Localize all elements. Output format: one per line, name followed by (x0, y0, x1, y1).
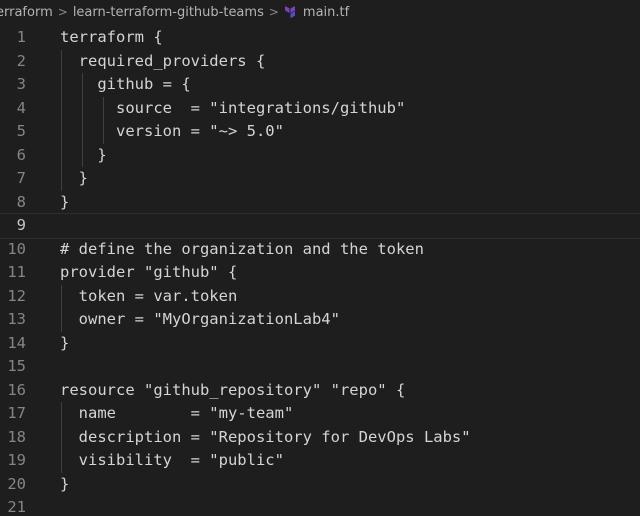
code-line[interactable]: 12 token = var.token (0, 284, 640, 309)
line-number: 5 (16, 122, 26, 140)
code-line[interactable]: 11 provider "github" { (0, 261, 640, 285)
code-line[interactable]: 21 (0, 496, 640, 516)
line-number: 14 (7, 333, 26, 352)
code-line[interactable]: 14} (0, 332, 640, 356)
line-number: 8 (16, 192, 26, 211)
breadcrumb-separator: > (268, 5, 279, 19)
line-number: 9 (16, 216, 26, 234)
code-line[interactable]: 9 (0, 213, 640, 239)
line-number: 10 (7, 239, 26, 258)
code-line[interactable]: 3 github = { (0, 73, 640, 97)
code-text[interactable]: name = "my-team" (60, 402, 294, 426)
line-number: 17 (7, 404, 26, 422)
terraform-icon (284, 5, 298, 19)
line-number: 18 (7, 427, 26, 446)
code-line[interactable]: 18 description = "Repository for DevOps … (0, 425, 640, 450)
line-number: 2 (16, 51, 26, 70)
code-line[interactable]: 16 resource "github_repository" "repo" { (0, 379, 640, 403)
code-line[interactable]: 17 name = "my-team" (0, 402, 640, 426)
code-text[interactable]: required_providers { (60, 50, 266, 74)
code-text[interactable]: owner = "MyOrganizationLab4" (60, 308, 340, 332)
breadcrumb-folder-learn-terraform-github-teams[interactable]: learn-terraform-github-teams (73, 5, 264, 20)
code-line[interactable]: 1 terraform { (0, 26, 640, 50)
code-line[interactable]: 4 source = "integrations/github" (0, 96, 640, 121)
line-number: 13 (7, 310, 26, 328)
code-line[interactable]: 15 (0, 355, 640, 379)
code-text[interactable]: # define the organization and the token (60, 238, 424, 262)
code-text[interactable]: } (60, 191, 69, 215)
breadcrumb-separator: > (57, 5, 68, 19)
code-text[interactable]: provider "github" { (60, 261, 237, 285)
code-text[interactable]: } (60, 332, 69, 356)
code-text[interactable]: } (60, 144, 106, 168)
code-editor[interactable]: erraform > learn-terraform-github-teams … (0, 0, 640, 516)
code-text[interactable]: github = { (60, 73, 190, 97)
line-number: 12 (7, 286, 26, 305)
code-line[interactable]: 19 visibility = "public" (0, 449, 640, 473)
code-line[interactable]: 8} (0, 191, 640, 215)
code-text[interactable]: source = "integrations/github" (60, 97, 405, 121)
code-text[interactable]: description = "Repository for DevOps Lab… (60, 426, 471, 450)
line-number: 11 (7, 263, 26, 281)
code-line[interactable]: 7 } (0, 167, 640, 191)
code-text[interactable]: } (60, 473, 69, 497)
code-area[interactable]: 1 terraform {2 required_providers {3 gith… (0, 26, 640, 516)
line-number: 7 (16, 169, 26, 187)
breadcrumb-file-main-tf[interactable]: main.tf (303, 5, 349, 20)
breadcrumb: erraform > learn-terraform-github-teams … (0, 0, 636, 24)
breadcrumb-folder-terraform[interactable]: erraform (0, 5, 53, 20)
code-text[interactable]: } (60, 167, 88, 191)
code-line[interactable]: 6 } (0, 143, 640, 168)
code-text[interactable]: version = "~> 5.0" (60, 120, 284, 144)
code-line[interactable]: 10 # define the organization and the toke… (0, 238, 640, 262)
code-line[interactable]: 5 version = "~> 5.0" (0, 120, 640, 144)
line-number: 1 (16, 28, 26, 46)
code-text[interactable]: terraform { (60, 26, 163, 50)
line-number: 6 (16, 145, 26, 164)
code-text[interactable]: token = var.token (60, 285, 238, 309)
code-line[interactable]: 2 required_providers { (0, 49, 640, 74)
line-number: 16 (7, 380, 26, 399)
line-number: 21 (7, 498, 26, 516)
code-line[interactable]: 20} (0, 473, 640, 497)
code-line[interactable]: 13 owner = "MyOrganizationLab4" (0, 308, 640, 332)
code-text[interactable]: resource "github_repository" "repo" { (60, 379, 405, 403)
line-number: 15 (7, 357, 26, 375)
line-number: 19 (7, 451, 26, 469)
line-number: 4 (16, 98, 26, 117)
line-number: 20 (7, 474, 26, 493)
line-number: 3 (16, 75, 26, 93)
code-text[interactable]: visibility = "public" (60, 449, 284, 473)
